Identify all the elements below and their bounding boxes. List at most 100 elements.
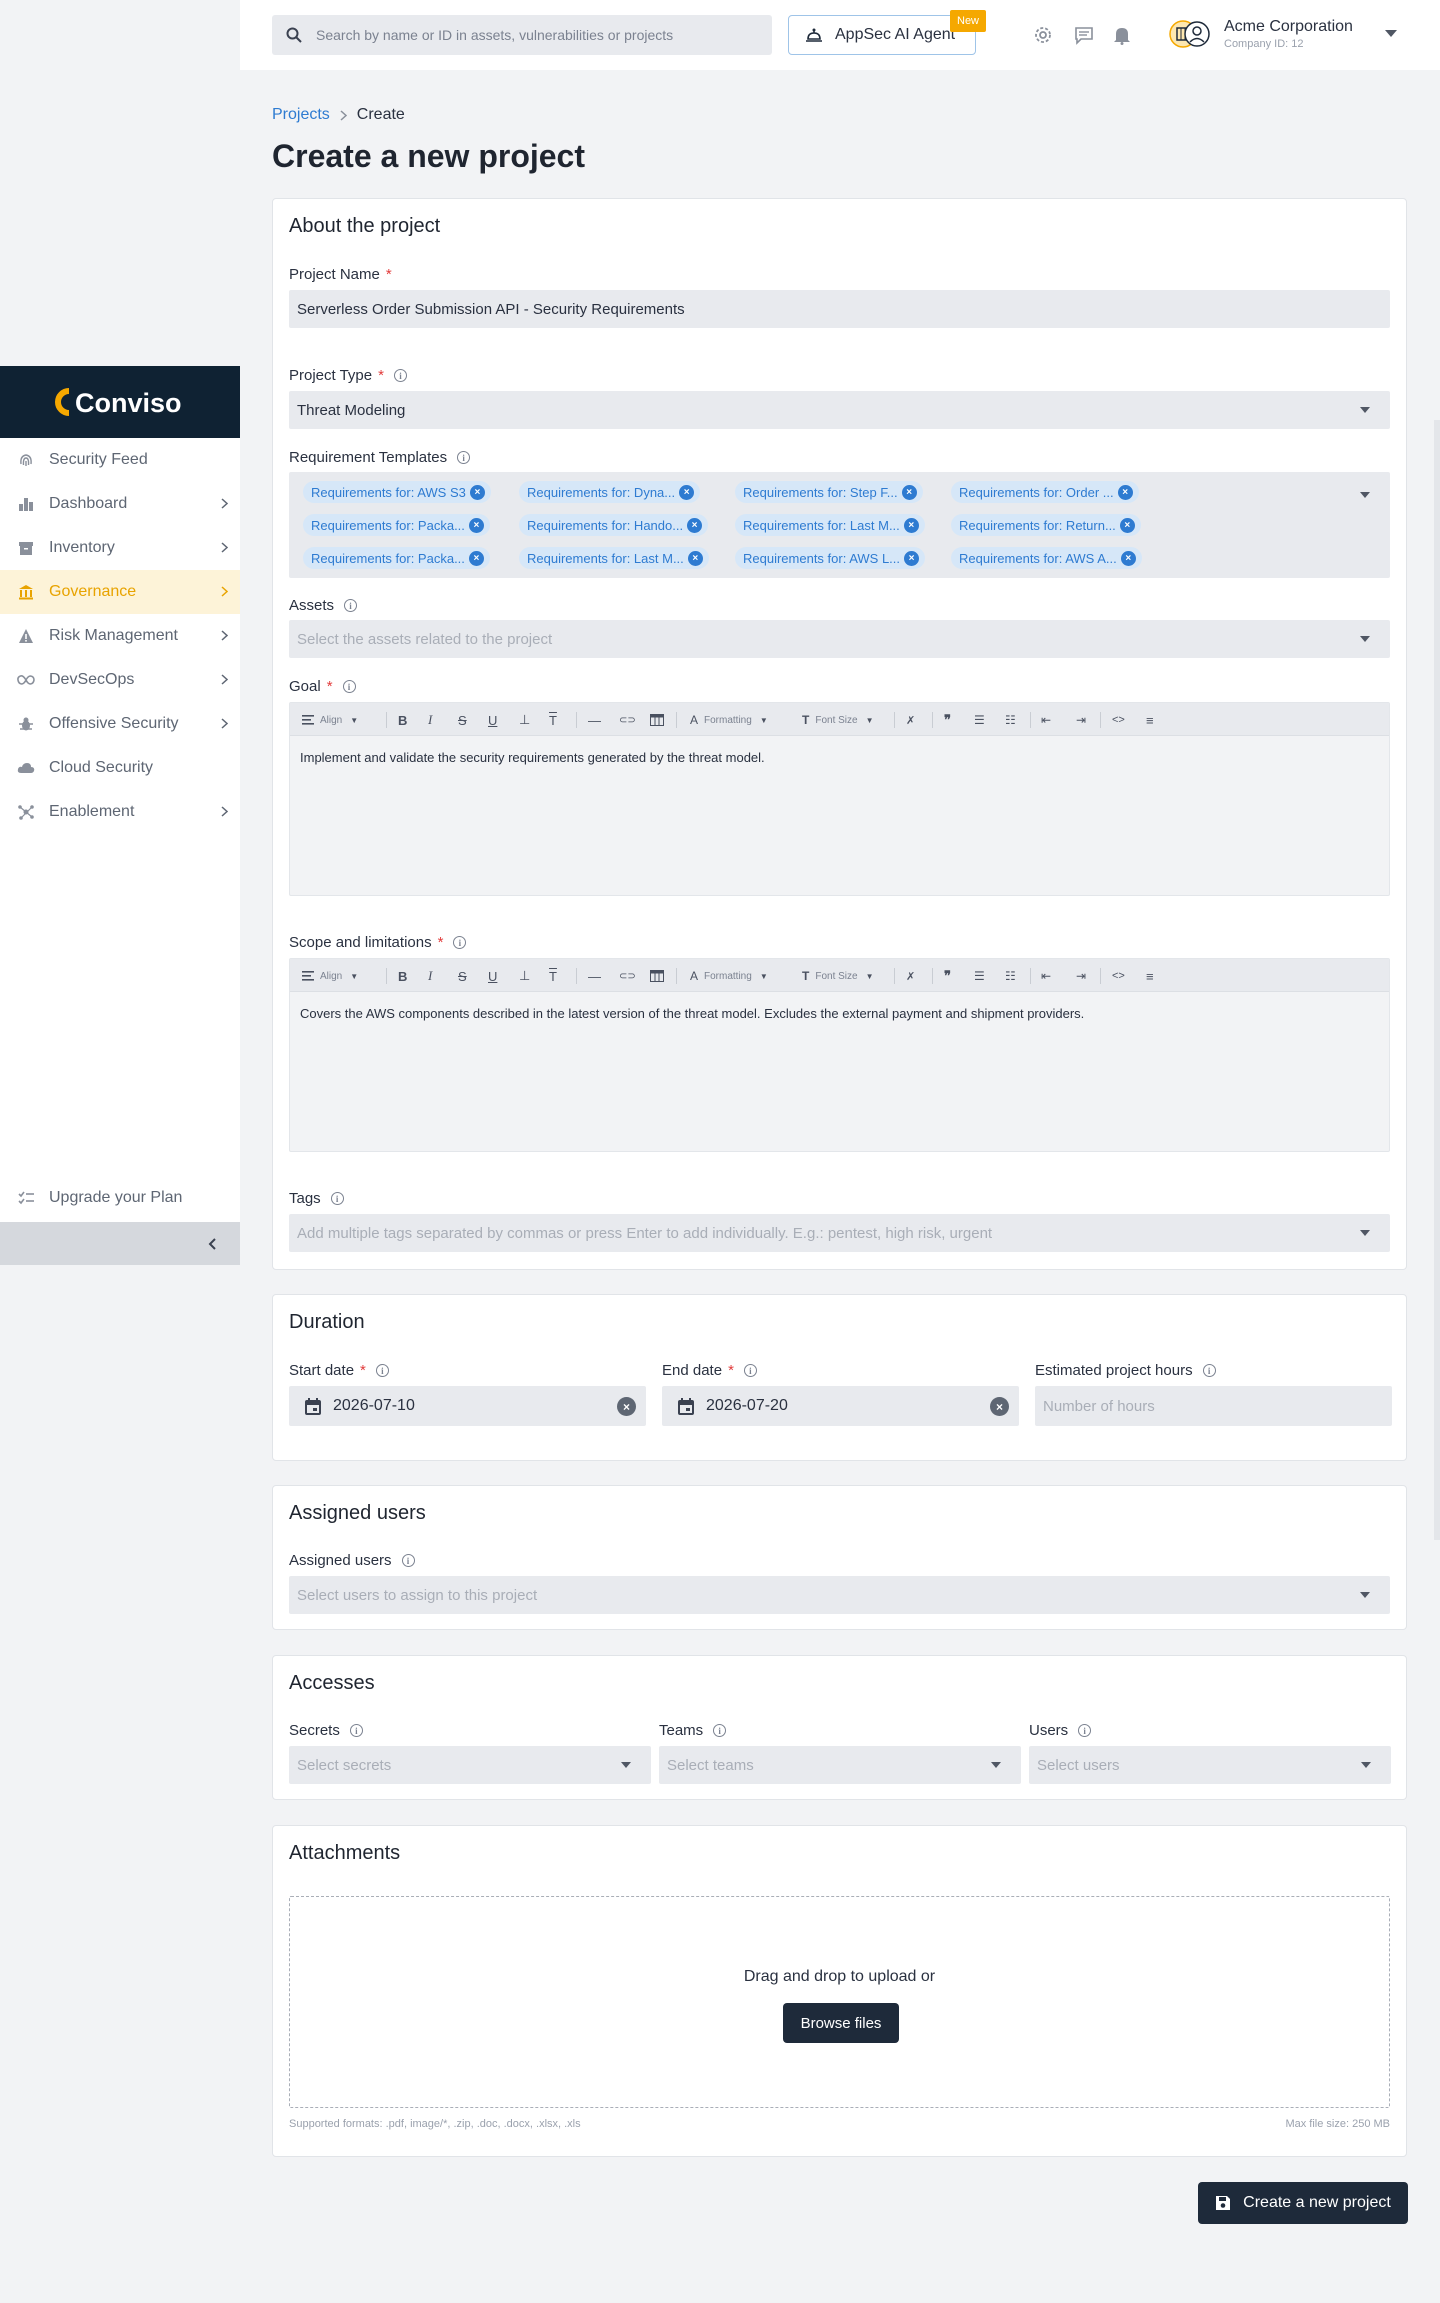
appsec-ai-agent-button[interactable]: AppSec AI Agent <box>788 15 976 55</box>
conviso-logo[interactable]: Conviso <box>0 366 240 438</box>
sidebar-item-security-feed[interactable]: Security Feed <box>0 438 240 482</box>
clear-format-icon[interactable]: T <box>549 711 557 729</box>
remove-chip-icon[interactable]: × <box>901 484 917 500</box>
scope-editor-content[interactable]: Covers the AWS components described in t… <box>290 992 1389 1035</box>
info-icon[interactable]: i <box>457 451 471 464</box>
collapse-sidebar-button[interactable] <box>0 1222 240 1265</box>
gear-icon[interactable] <box>1033 25 1053 45</box>
remove-chip-icon[interactable]: × <box>1117 484 1133 500</box>
sidebar-item-offensive-security[interactable]: Offensive Security <box>0 702 240 746</box>
remove-format-icon[interactable]: ✗ <box>906 711 915 729</box>
info-icon[interactable]: i <box>330 1192 344 1205</box>
scope-editor[interactable]: Align ▼ B I S U ⊥ T — ⊂⊃ A Formatting ▼ T Font Size ▼ ✗ ❞… <box>289 958 1390 1152</box>
clear-icon[interactable]: × <box>617 1397 636 1416</box>
underline-icon[interactable]: U <box>488 967 497 985</box>
subscript-icon[interactable]: ⊥ <box>519 711 530 729</box>
bold-icon[interactable]: B <box>398 967 407 985</box>
horizontal-rule-icon[interactable]: — <box>588 711 601 729</box>
end-date-input[interactable]: 2026-07-20 × <box>662 1386 1019 1426</box>
remove-format-icon[interactable]: ✗ <box>906 967 915 985</box>
info-icon[interactable]: i <box>743 1364 757 1377</box>
strikethrough-icon[interactable]: S <box>458 711 467 729</box>
align-dropdown[interactable]: Align ▼ <box>302 967 358 985</box>
link-icon[interactable]: ⊂⊃ <box>619 711 636 729</box>
sidebar-item-dashboard[interactable]: Dashboard <box>0 482 240 526</box>
remove-chip-icon[interactable]: × <box>687 517 703 533</box>
sidebar-item-governance[interactable]: Governance <box>0 570 240 614</box>
table-icon[interactable] <box>650 711 664 729</box>
indent-icon[interactable]: ⇥ <box>1076 967 1086 985</box>
info-icon[interactable]: i <box>349 1724 363 1737</box>
blockquote-icon[interactable]: ❞ <box>944 967 951 985</box>
info-icon[interactable]: i <box>393 369 407 382</box>
goal-editor-content[interactable]: Implement and validate the security requ… <box>290 736 1389 779</box>
sidebar-item-cloud-security[interactable]: Cloud Security <box>0 746 240 790</box>
project-type-select[interactable]: Threat Modeling <box>289 391 1390 429</box>
remove-chip-icon[interactable]: × <box>468 517 484 533</box>
numbered-list-icon[interactable]: ☷ <box>1005 967 1016 985</box>
bold-icon[interactable]: B <box>398 711 407 729</box>
underline-icon[interactable]: U <box>488 711 497 729</box>
info-icon[interactable]: i <box>1202 1364 1216 1377</box>
sidebar-item-enablement[interactable]: Enablement <box>0 790 240 834</box>
outdent-icon[interactable]: ⇤ <box>1041 711 1051 729</box>
global-search[interactable]: Search by name or ID in assets, vulnerab… <box>272 15 772 55</box>
sidebar-item-risk-management[interactable]: Risk Management <box>0 614 240 658</box>
code-icon[interactable]: <> <box>1112 967 1125 985</box>
breadcrumb-projects-link[interactable]: Projects <box>272 106 330 124</box>
italic-icon[interactable]: I <box>428 711 432 729</box>
remove-chip-icon[interactable]: × <box>679 484 695 500</box>
bell-icon[interactable] <box>1113 25 1131 45</box>
table-icon[interactable] <box>650 967 664 985</box>
indent-icon[interactable]: ⇥ <box>1076 711 1086 729</box>
blockquote-icon[interactable]: ❞ <box>944 711 951 729</box>
remove-chip-icon[interactable]: × <box>1120 550 1136 566</box>
remove-chip-icon[interactable]: × <box>469 484 485 500</box>
info-icon[interactable]: i <box>401 1554 415 1567</box>
info-icon[interactable]: i <box>344 599 358 612</box>
assigned-users-select[interactable]: Select users to assign to this project <box>289 1576 1390 1614</box>
start-date-input[interactable]: 2026-07-10 × <box>289 1386 646 1426</box>
info-icon[interactable]: i <box>342 680 356 693</box>
outdent-icon[interactable]: ⇤ <box>1041 967 1051 985</box>
users-select[interactable]: Select users <box>1029 1746 1391 1784</box>
bullet-list-icon[interactable]: ☰ <box>974 967 985 985</box>
paragraph-icon[interactable]: ≡ <box>1146 967 1154 985</box>
company-switcher[interactable]: Acme Corporation Company ID: 12 <box>1168 18 1397 50</box>
teams-select[interactable]: Select teams <box>659 1746 1021 1784</box>
chat-icon[interactable] <box>1074 25 1094 45</box>
assets-select[interactable]: Select the assets related to the project <box>289 620 1390 658</box>
subscript-icon[interactable]: ⊥ <box>519 967 530 985</box>
paragraph-icon[interactable]: ≡ <box>1146 711 1154 729</box>
clear-icon[interactable]: × <box>990 1397 1009 1416</box>
font-size-dropdown[interactable]: T Font Size ▼ <box>802 711 874 729</box>
info-icon[interactable]: i <box>1078 1724 1092 1737</box>
code-icon[interactable]: <> <box>1112 711 1125 729</box>
italic-icon[interactable]: I <box>428 967 432 985</box>
formatting-dropdown[interactable]: A Formatting ▼ <box>690 967 768 985</box>
upgrade-plan-link[interactable]: Upgrade your Plan <box>0 1176 240 1220</box>
remove-chip-icon[interactable]: × <box>903 517 919 533</box>
browse-files-button[interactable]: Browse files <box>783 2003 899 2043</box>
secrets-select[interactable]: Select secrets <box>289 1746 651 1784</box>
requirement-templates-select[interactable]: Requirements for: AWS S3 × Requirements fo… <box>289 472 1390 578</box>
page-scrollbar[interactable] <box>1434 420 1440 1540</box>
strikethrough-icon[interactable]: S <box>458 967 467 985</box>
info-icon[interactable]: i <box>713 1724 727 1737</box>
info-icon[interactable]: i <box>453 936 467 949</box>
remove-chip-icon[interactable]: × <box>904 550 920 566</box>
clear-format-icon[interactable]: T <box>549 967 557 985</box>
font-size-dropdown[interactable]: T Font Size ▼ <box>802 967 874 985</box>
info-icon[interactable]: i <box>375 1364 389 1377</box>
remove-chip-icon[interactable]: × <box>468 550 484 566</box>
estimated-hours-input[interactable]: Number of hours <box>1035 1386 1392 1426</box>
goal-editor[interactable]: Align ▼ B I S U ⊥ T — ⊂⊃ A Formatting ▼ T Font Size ▼ ✗ ❞… <box>289 702 1390 896</box>
remove-chip-icon[interactable]: × <box>687 550 703 566</box>
link-icon[interactable]: ⊂⊃ <box>619 967 636 985</box>
create-project-button[interactable]: Create a new project <box>1198 2182 1408 2224</box>
align-dropdown[interactable]: Align ▼ <box>302 711 358 729</box>
horizontal-rule-icon[interactable]: — <box>588 967 601 985</box>
remove-chip-icon[interactable]: × <box>1119 517 1135 533</box>
formatting-dropdown[interactable]: A Formatting ▼ <box>690 711 768 729</box>
sidebar-item-devsecops[interactable]: DevSecOps <box>0 658 240 702</box>
